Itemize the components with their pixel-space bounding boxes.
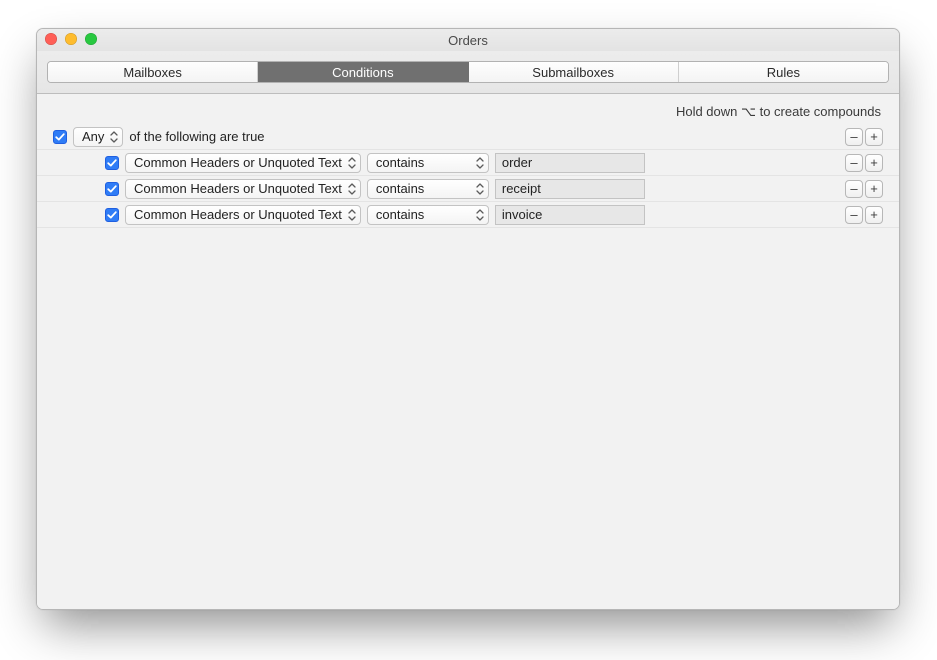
chevron-updown-icon bbox=[347, 182, 357, 196]
remove-condition-button[interactable]: – bbox=[845, 206, 863, 224]
add-condition-button[interactable]: + bbox=[865, 180, 883, 198]
compound-hint: Hold down ⌥ to create compounds bbox=[37, 102, 899, 124]
condition-enabled-checkbox[interactable] bbox=[105, 182, 119, 196]
value-field[interactable]: receipt bbox=[495, 179, 645, 199]
add-condition-button[interactable]: + bbox=[865, 206, 883, 224]
tab-mailboxes[interactable]: Mailboxes bbox=[48, 62, 257, 82]
operator-label: contains bbox=[376, 207, 424, 222]
tab-conditions[interactable]: Conditions bbox=[257, 62, 467, 82]
attribute-select[interactable]: Common Headers or Unquoted Text bbox=[125, 179, 361, 199]
operator-label: contains bbox=[376, 155, 424, 170]
tab-rules[interactable]: Rules bbox=[678, 62, 888, 82]
value-text: receipt bbox=[502, 181, 541, 196]
attribute-select[interactable]: Common Headers or Unquoted Text bbox=[125, 205, 361, 225]
condition-enabled-checkbox[interactable] bbox=[105, 208, 119, 222]
content-area: Hold down ⌥ to create compounds Any of t… bbox=[37, 94, 899, 609]
condition-row: Common Headers or Unquoted Text contains… bbox=[37, 150, 899, 176]
zoom-icon[interactable] bbox=[85, 33, 97, 45]
chevron-updown-icon bbox=[475, 208, 485, 222]
condition-enabled-checkbox[interactable] bbox=[105, 156, 119, 170]
titlebar: Orders bbox=[37, 29, 899, 51]
operator-select[interactable]: contains bbox=[367, 179, 489, 199]
chevron-updown-icon bbox=[109, 130, 119, 144]
add-condition-button[interactable]: + bbox=[865, 128, 883, 146]
match-mode-select[interactable]: Any bbox=[73, 127, 123, 147]
tab-submailboxes[interactable]: Submailboxes bbox=[468, 62, 678, 82]
close-icon[interactable] bbox=[45, 33, 57, 45]
attribute-label: Common Headers or Unquoted Text bbox=[134, 181, 342, 196]
parent-condition-row: Any of the following are true – + bbox=[37, 124, 899, 150]
operator-select[interactable]: contains bbox=[367, 153, 489, 173]
chevron-updown-icon bbox=[347, 208, 357, 222]
minimize-icon[interactable] bbox=[65, 33, 77, 45]
condition-row: Common Headers or Unquoted Text contains… bbox=[37, 202, 899, 228]
remove-condition-button[interactable]: – bbox=[845, 154, 863, 172]
condition-enabled-checkbox[interactable] bbox=[53, 130, 67, 144]
value-field[interactable]: invoice bbox=[495, 205, 645, 225]
attribute-label: Common Headers or Unquoted Text bbox=[134, 207, 342, 222]
attribute-label: Common Headers or Unquoted Text bbox=[134, 155, 342, 170]
condition-row: Common Headers or Unquoted Text contains… bbox=[37, 176, 899, 202]
operator-label: contains bbox=[376, 181, 424, 196]
chevron-updown-icon bbox=[475, 182, 485, 196]
operator-select[interactable]: contains bbox=[367, 205, 489, 225]
chevron-updown-icon bbox=[475, 156, 485, 170]
window-title: Orders bbox=[448, 33, 488, 48]
remove-condition-button[interactable]: – bbox=[845, 128, 863, 146]
value-text: order bbox=[502, 155, 532, 170]
segmented-control: Mailboxes Conditions Submailboxes Rules bbox=[47, 61, 889, 83]
match-mode-label: Any bbox=[82, 129, 104, 144]
remove-condition-button[interactable]: – bbox=[845, 180, 863, 198]
chevron-updown-icon bbox=[347, 156, 357, 170]
attribute-select[interactable]: Common Headers or Unquoted Text bbox=[125, 153, 361, 173]
add-condition-button[interactable]: + bbox=[865, 154, 883, 172]
window: Orders Mailboxes Conditions Submailboxes… bbox=[36, 28, 900, 610]
value-field[interactable]: order bbox=[495, 153, 645, 173]
tab-bar: Mailboxes Conditions Submailboxes Rules bbox=[37, 51, 899, 94]
match-suffix-label: of the following are true bbox=[129, 129, 264, 144]
value-text: invoice bbox=[502, 207, 542, 222]
